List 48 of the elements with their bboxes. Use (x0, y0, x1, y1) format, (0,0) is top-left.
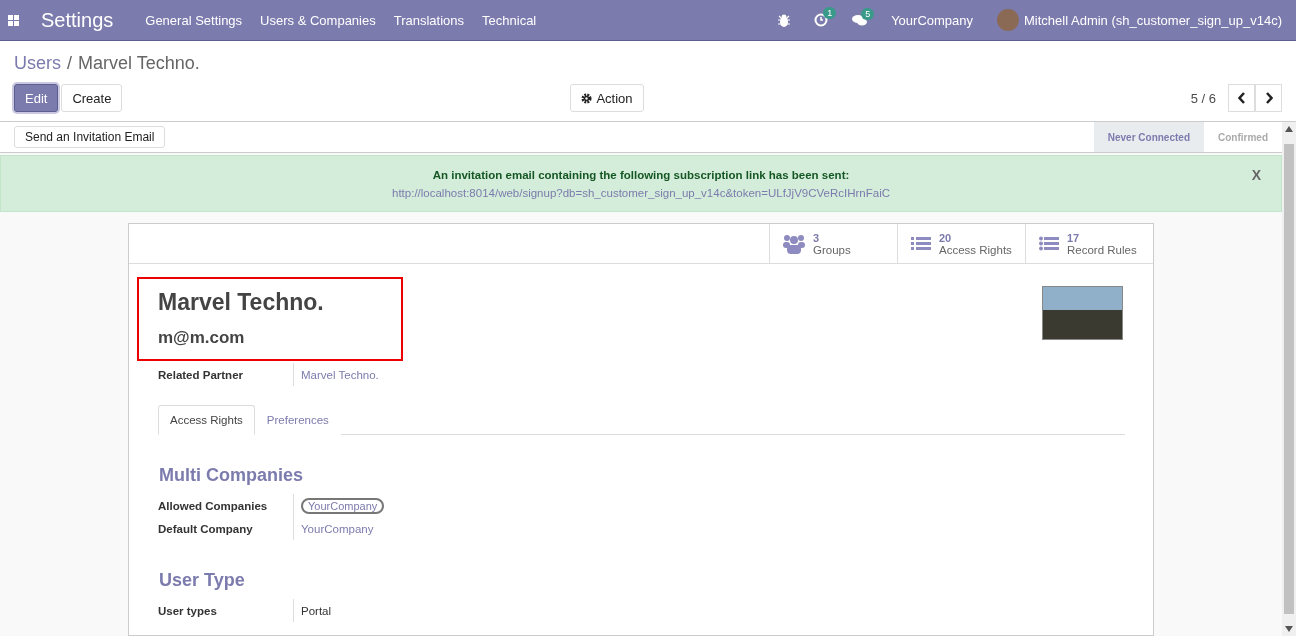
scroll-down-icon[interactable] (1285, 626, 1293, 632)
nav-menu-item[interactable]: Technical (482, 12, 537, 28)
field-link[interactable]: YourCompany (301, 522, 374, 535)
scroll-up-icon[interactable] (1285, 126, 1293, 132)
pager-counter: 5 / 6 (1190, 90, 1216, 106)
nav-menu-item[interactable]: General Settings (145, 12, 243, 28)
scrollbar[interactable] (1282, 122, 1296, 636)
list-icon (911, 235, 931, 252)
breadcrumb-link[interactable]: Users (14, 53, 61, 73)
gear-icon (581, 92, 593, 104)
nav-menu-item[interactable]: Translations (393, 12, 465, 28)
app-title: Settings (41, 8, 114, 32)
activity-count-badge: 1 (823, 7, 837, 19)
breadcrumb-separator: / (67, 53, 73, 73)
company-tag[interactable]: YourCompany (301, 497, 385, 514)
edit-button[interactable]: Edit (14, 84, 59, 112)
company-switcher[interactable]: YourCompany (891, 12, 974, 28)
invitation-button[interactable]: Send an Invitation Email (14, 126, 166, 148)
action-button[interactable]: Action (570, 84, 644, 112)
message-count-badge: 5 (861, 7, 875, 20)
nav-menu-item[interactable]: Users & Companies (260, 12, 376, 28)
list-icon (1039, 235, 1059, 252)
field-label: Default Company (158, 522, 254, 535)
field-label: Allowed Companies (158, 499, 269, 512)
user-name: Marvel Techno. (158, 289, 325, 316)
field-label: User types (158, 604, 218, 617)
create-button[interactable]: Create (61, 84, 123, 112)
apps-grid-icon[interactable] (8, 14, 19, 26)
signup-link[interactable]: http://localhost:8014/web/signup?db=sh_customer_sign_up_v14c&token=ULfJjV9CVeRcIHrnFaiC (392, 186, 890, 199)
tab[interactable]: Access Rights (158, 405, 255, 435)
chevron-right-icon (1264, 92, 1273, 104)
next-button[interactable] (1255, 84, 1282, 112)
previous-button[interactable] (1228, 84, 1255, 112)
section-title: User Type (158, 570, 246, 591)
bug-icon[interactable] (778, 13, 791, 27)
section-title: Multi Companies (158, 465, 304, 486)
field-link[interactable]: Marvel Techno. (301, 368, 379, 381)
breadcrumb-current: Marvel Techno. (78, 53, 200, 73)
clock-icon[interactable] (814, 13, 829, 27)
field-label: Related Partner (158, 368, 244, 381)
alert-message: An invitation email containing the following subscription link has been sent: (432, 168, 850, 181)
close-button[interactable]: X (1245, 166, 1267, 184)
user-email: m@m.com (158, 328, 246, 348)
users-icon (783, 233, 805, 254)
status-stage[interactable]: Never Connected (1093, 122, 1204, 152)
chevron-left-icon (1237, 92, 1246, 104)
user-menu[interactable]: Mitchell Admin (sh_customer_sign_up_v14c) (1024, 12, 1282, 28)
field-value: Portal (301, 604, 332, 617)
